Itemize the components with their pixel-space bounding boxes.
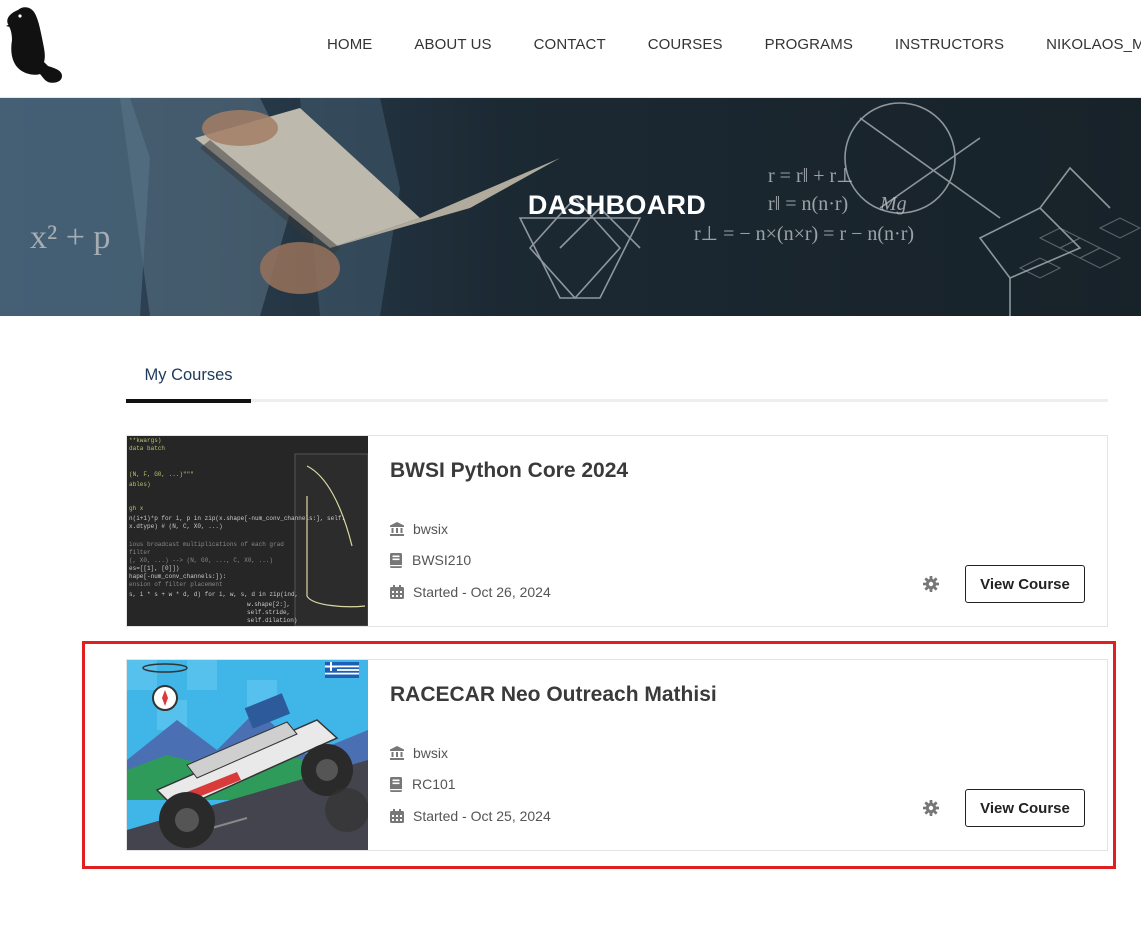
svg-text:ious broadcast multiplications: ious broadcast multiplications of each g… xyxy=(129,541,284,548)
view-course-button[interactable]: View Course xyxy=(965,565,1085,603)
page-title: DASHBOARD xyxy=(527,190,707,220)
svg-text:s, i * s + w * d, d) for i, w,: s, i * s + w * d, d) for i, w, s, d in z… xyxy=(129,591,298,598)
code-editor-thumbnail-icon: **kwargs) data batch (N, F, G0, ...)""" … xyxy=(127,436,368,626)
svg-text:(N, F, G0, ...)""": (N, F, G0, ...)""" xyxy=(129,471,194,478)
svg-text:es=[[1], [0]]): es=[[1], [0]]) xyxy=(129,565,179,572)
book-icon xyxy=(390,552,402,568)
course-title[interactable]: BWSI Python Core 2024 xyxy=(390,459,628,483)
course-code-text: BWSI210 xyxy=(412,552,472,568)
course-institution: bwsix xyxy=(390,745,448,761)
nav-contact[interactable]: CONTACT xyxy=(513,36,627,53)
svg-text:hape[-num_conv_channels:]):: hape[-num_conv_channels:]): xyxy=(129,573,226,580)
dashboard-tabs: My Courses xyxy=(126,352,1108,403)
main-nav: HOME ABOUT US CONTACT COURSES PROGRAMS I… xyxy=(306,0,1141,88)
svg-text:x.dtype) # (N, C, X0, ...): x.dtype) # (N, C, X0, ...) xyxy=(129,523,223,530)
course-card: RACECAR Neo Outreach Mathisi bwsix RC101 xyxy=(126,659,1108,851)
course-code-text: RC101 xyxy=(412,776,456,792)
racecar-thumbnail-icon xyxy=(127,660,368,850)
institution-icon xyxy=(390,746,404,760)
hero-banner: x² + p r = r‖ + r⊥ r‖ = n(n·r) Mg r⊥ = −… xyxy=(0,98,1141,316)
svg-text:w.shape[2:],: w.shape[2:], xyxy=(247,601,290,608)
course-start-date: Started - Oct 26, 2024 xyxy=(390,584,551,600)
svg-text:**kwargs): **kwargs) xyxy=(129,437,161,444)
institution-icon xyxy=(390,522,404,536)
course-institution: bwsix xyxy=(390,521,448,537)
calendar-icon xyxy=(390,809,404,823)
book-icon xyxy=(390,776,402,792)
institution-name: bwsix xyxy=(413,745,449,761)
svg-text:filter: filter xyxy=(129,549,151,556)
nav-home[interactable]: HOME xyxy=(306,36,393,53)
course-start-date: Started - Oct 25, 2024 xyxy=(390,808,551,824)
svg-text:n(i+1)*p for i, p in zip(x.sha: n(i+1)*p for i, p in zip(x.shape[-num_co… xyxy=(129,515,345,522)
nav-user-account[interactable]: NIKOLAOS_MAVRAKIS xyxy=(1025,36,1141,53)
calendar-icon xyxy=(390,585,404,599)
svg-text:ension of filter placement: ension of filter placement xyxy=(129,581,223,588)
course-thumbnail[interactable] xyxy=(127,660,368,850)
svg-text:self.dilation): self.dilation) xyxy=(247,617,297,624)
tab-my-courses[interactable]: My Courses xyxy=(126,352,251,403)
nav-instructors[interactable]: INSTRUCTORS xyxy=(874,36,1025,53)
course-title[interactable]: RACECAR Neo Outreach Mathisi xyxy=(390,683,717,707)
svg-text:data batch: data batch xyxy=(129,445,165,452)
svg-text:ables): ables) xyxy=(129,481,151,488)
start-date-text: Started - Oct 25, 2024 xyxy=(413,808,551,824)
course-card: **kwargs) data batch (N, F, G0, ...)""" … xyxy=(126,435,1108,627)
institution-name: bwsix xyxy=(413,521,449,537)
beaver-logo-icon[interactable] xyxy=(4,4,64,84)
course-code: RC101 xyxy=(390,776,456,792)
nav-about-us[interactable]: ABOUT US xyxy=(393,36,512,53)
nav-programs[interactable]: PROGRAMS xyxy=(744,36,874,53)
settings-gear-icon[interactable] xyxy=(923,576,939,592)
start-date-text: Started - Oct 26, 2024 xyxy=(413,584,551,600)
view-course-button[interactable]: View Course xyxy=(965,789,1085,827)
course-thumbnail[interactable]: **kwargs) data batch (N, F, G0, ...)""" … xyxy=(127,436,368,626)
course-code: BWSI210 xyxy=(390,552,471,568)
svg-text:self.stride,: self.stride, xyxy=(247,609,290,616)
site-header: HOME ABOUT US CONTACT COURSES PROGRAMS I… xyxy=(0,0,1141,98)
svg-text:gh x: gh x xyxy=(129,505,144,512)
nav-courses[interactable]: COURSES xyxy=(627,36,744,53)
settings-gear-icon[interactable] xyxy=(923,800,939,816)
svg-text:(, X0, ...) --> (N, G0, ..., C: (, X0, ...) --> (N, G0, ..., C, X0, ...) xyxy=(129,557,273,564)
